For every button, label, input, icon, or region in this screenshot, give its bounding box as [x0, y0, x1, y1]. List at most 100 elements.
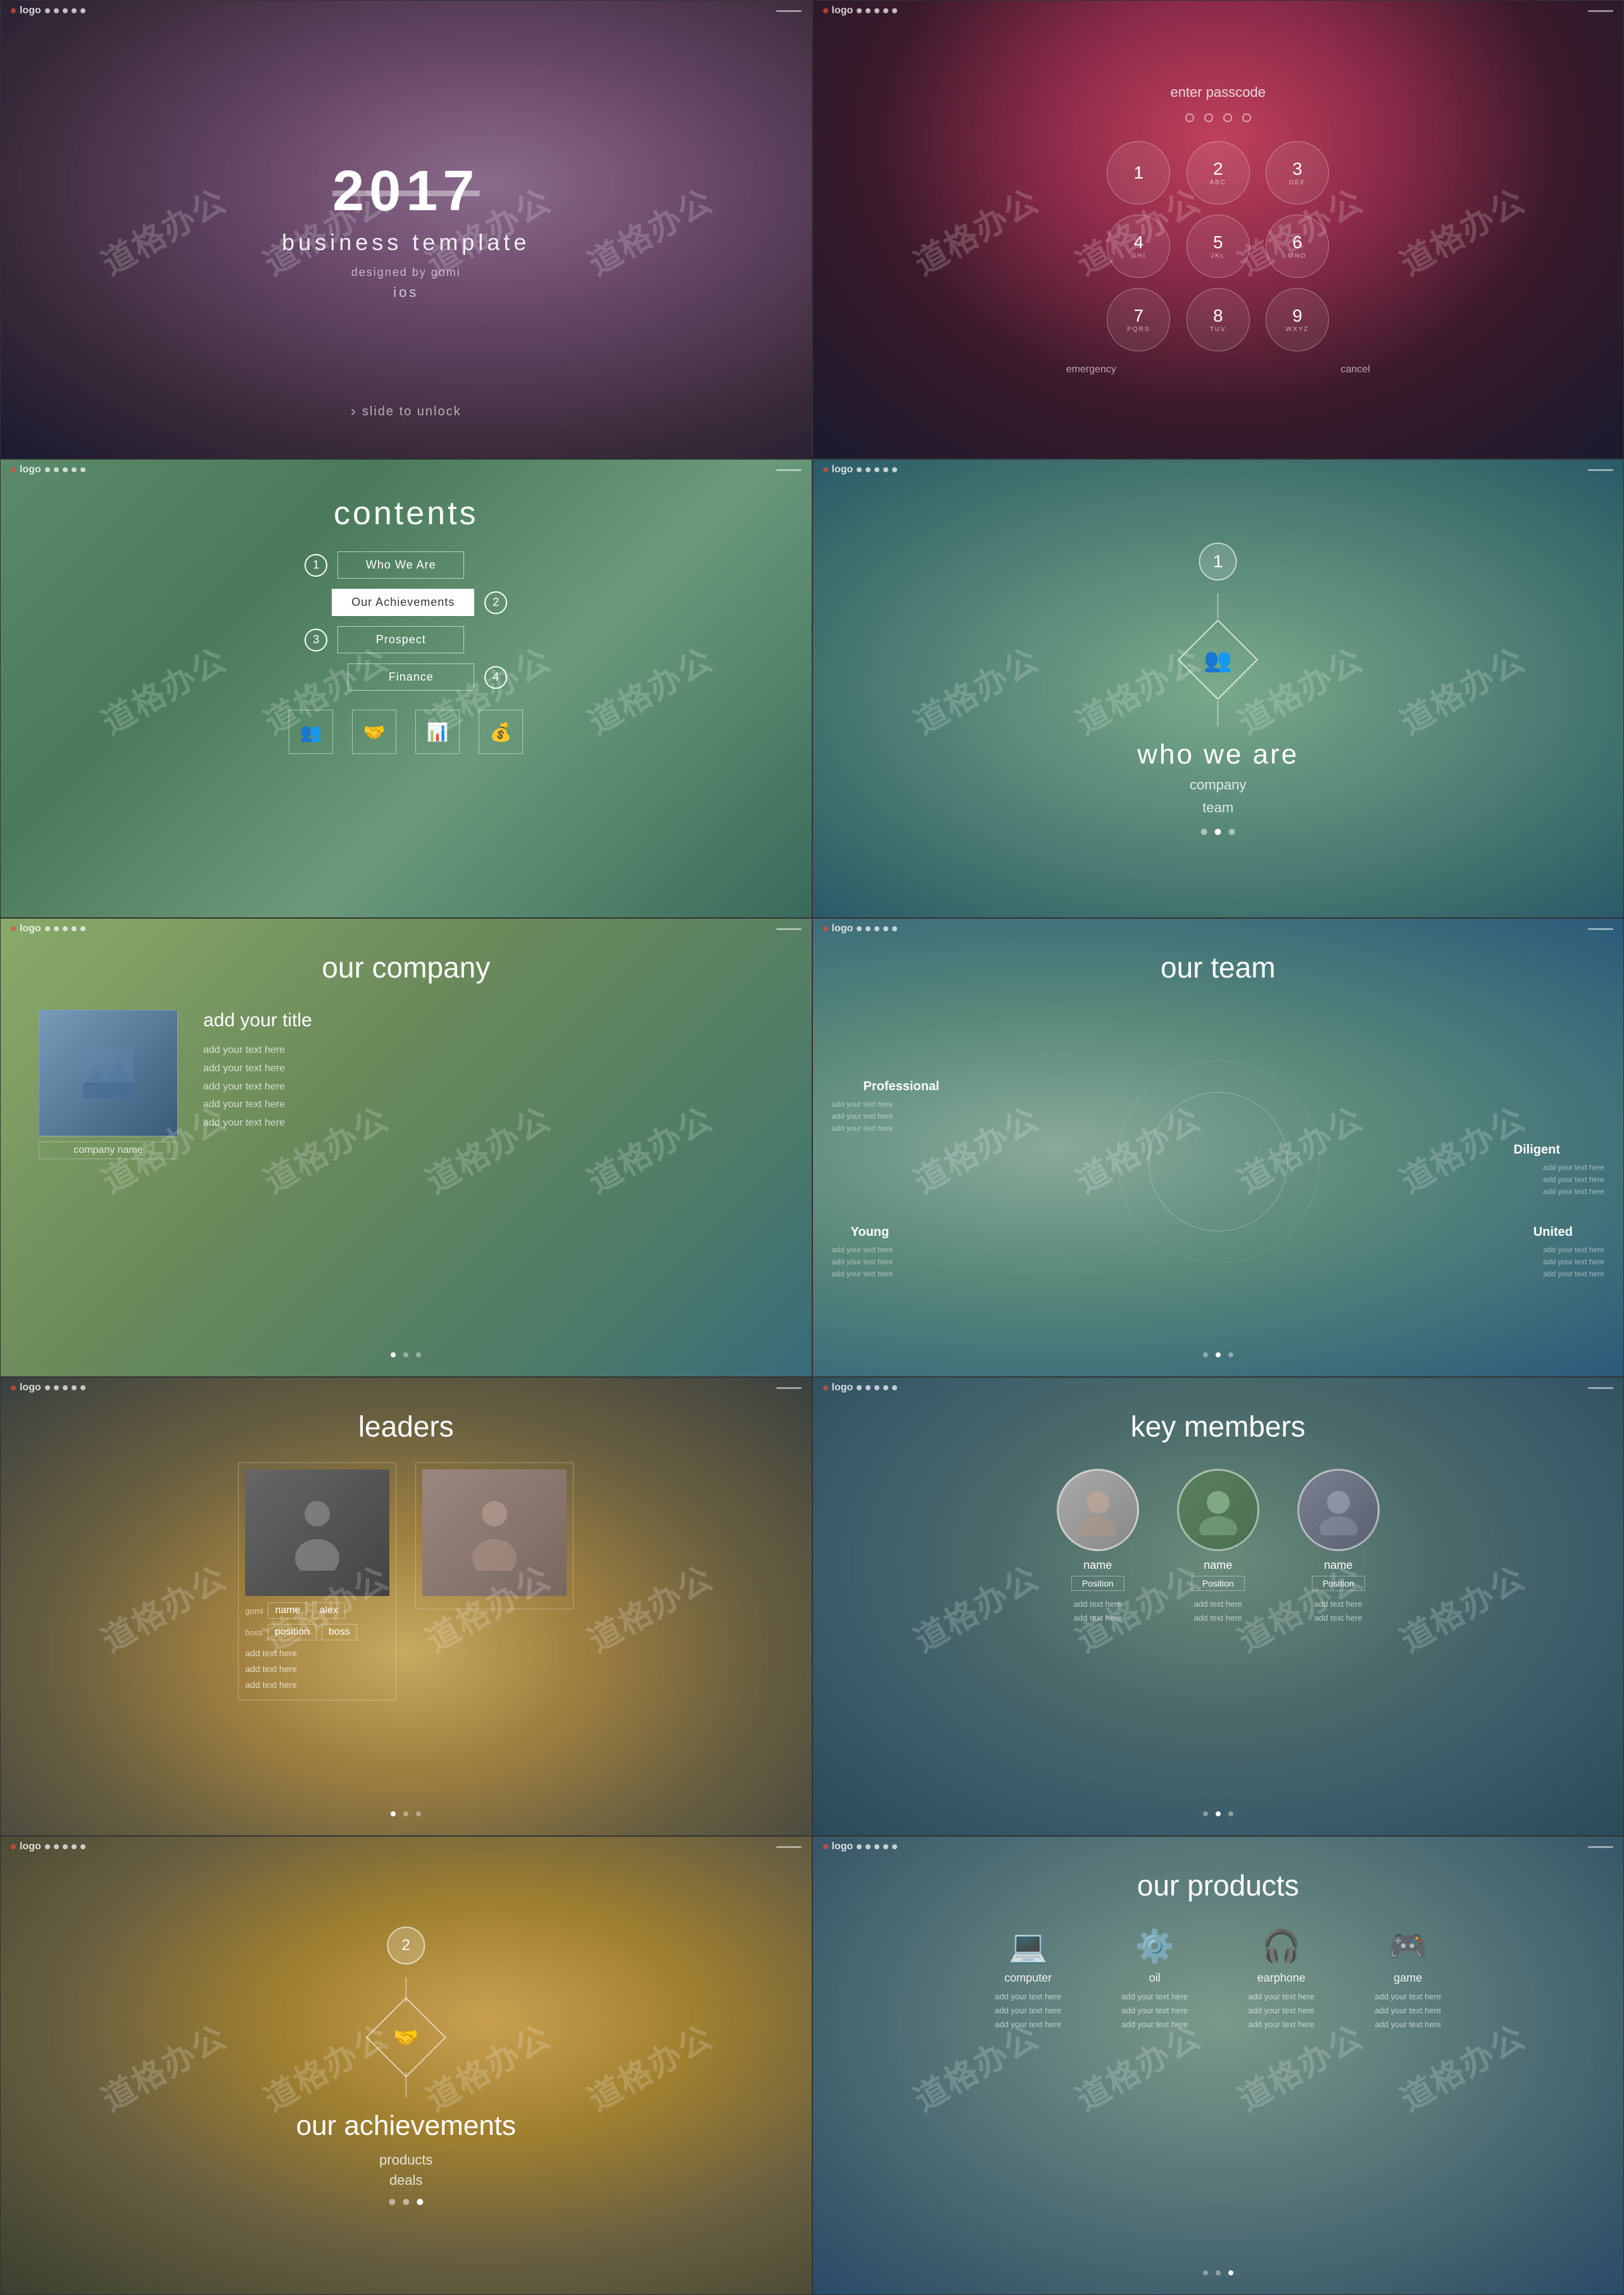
emergency-btn[interactable]: emergency — [1066, 364, 1116, 375]
p-dot-3 — [1223, 113, 1232, 122]
member-text-3b: add text here — [1297, 1611, 1380, 1625]
product-text-o3: add your text here — [1104, 2018, 1205, 2032]
s7-d5 — [80, 1385, 85, 1390]
member-avatar-3 — [1297, 1469, 1380, 1551]
company-img-wrapper: company name — [39, 1010, 178, 1159]
p-dot-1 — [1185, 113, 1194, 122]
item-num-1: 1 — [305, 554, 327, 577]
num-1[interactable]: 1 — [1107, 141, 1170, 204]
slide-10: logo our products 💻 computer add your te… — [812, 1836, 1624, 2295]
slide-10-logo: logo — [832, 1841, 853, 1852]
num-5[interactable]: 5JKL — [1187, 215, 1250, 278]
member-name-1: name — [1057, 1559, 1139, 1572]
unlock-text: slide to unlock — [362, 405, 462, 419]
slide-4-logo: logo — [832, 464, 853, 475]
l-dot2 — [403, 1811, 408, 1816]
s9-d3 — [63, 1844, 68, 1849]
s10-dot-red — [823, 1844, 828, 1849]
status-bar-8: logo — [813, 1378, 1624, 1398]
game-icon: 🎮 — [1357, 1928, 1459, 1965]
leader-img-1 — [245, 1469, 389, 1596]
contents-item-4: 4 Finance — [305, 663, 507, 691]
product-text-e1: add your text here — [1231, 1990, 1332, 2004]
leader-card-2 — [415, 1462, 574, 1609]
p-dot2 — [1216, 2270, 1221, 2275]
slide-8: logo key members — [812, 1377, 1624, 1836]
slide-5-logo: logo — [20, 923, 41, 934]
product-name-game: game — [1357, 1971, 1459, 1985]
slide-6-content: our team Professional add your text here… — [813, 950, 1624, 1320]
s10-d2 — [866, 1844, 871, 1849]
product-name-earphone: earphone — [1231, 1971, 1332, 1985]
w-dot1 — [1201, 829, 1207, 835]
connector-line-bot — [1218, 701, 1219, 726]
company-title: our company — [39, 950, 774, 984]
member-card-2: name Position add text here add text her… — [1177, 1469, 1259, 1625]
num-9[interactable]: 9WXYZ — [1266, 288, 1329, 351]
slide-1-year: 2017 — [282, 159, 530, 224]
t-dot2 — [1216, 1352, 1221, 1357]
m-dot2 — [1216, 1811, 1221, 1816]
status-line-1 — [776, 10, 802, 12]
s9-d1 — [45, 1844, 50, 1849]
slide-9: logo 2 🤝 our achievements products deals — [0, 1836, 812, 2295]
slide-8-logo: logo — [832, 1382, 853, 1393]
achieve-diamond-icon: 🤝 — [393, 2025, 419, 2049]
products-dots — [1203, 2270, 1233, 2275]
s9-d2 — [54, 1844, 59, 1849]
num-7[interactable]: 7PQRS — [1107, 288, 1170, 351]
passcode-title: enter passcode — [1060, 84, 1376, 101]
member-avatar-2 — [1177, 1469, 1259, 1551]
leader-pos-box-1: position — [268, 1624, 317, 1640]
watermark-text-1: 道格办公 — [72, 152, 255, 307]
achieve-item-1: products — [296, 2152, 516, 2168]
team-title: our team — [813, 950, 1624, 984]
s6-d5 — [892, 926, 897, 931]
p-dot1 — [1203, 2270, 1208, 2275]
s4-d3 — [874, 467, 879, 472]
slide-9-content: 2 🤝 our achievements products deals — [296, 1927, 516, 2205]
leader-tag-gomi: gomi — [245, 1606, 263, 1616]
item-box-3: Prospect — [337, 626, 464, 653]
s2-dot3 — [874, 8, 879, 13]
achieve-dots — [296, 2199, 516, 2205]
company-text-1: add your text here — [203, 1041, 774, 1060]
s3-d2 — [54, 467, 59, 472]
contents-list: 1 Who We Are 2 Our Achievements 3 Prospe… — [1, 551, 812, 691]
member-name-2: name — [1177, 1559, 1259, 1572]
num-8[interactable]: 8TUV — [1187, 288, 1250, 351]
passcode-area: enter passcode 1 2ABC 3DEF 4GHI 5JKL 6MN… — [1060, 84, 1376, 375]
member-text-2b: add text here — [1177, 1611, 1259, 1625]
s6-dot-red — [823, 926, 828, 931]
item-num-2: 2 — [484, 591, 507, 614]
num-4[interactable]: 4GHI — [1107, 215, 1170, 278]
achieve-items: products deals — [296, 2152, 516, 2189]
leader-pos-row-1: boss position boss — [245, 1624, 389, 1640]
products-row: 💻 computer add your text here add your t… — [851, 1928, 1586, 2032]
s8-line — [1588, 1387, 1613, 1389]
num-2[interactable]: 2ABC — [1187, 141, 1250, 204]
num-6[interactable]: 6MNO — [1266, 215, 1329, 278]
who-sub1: company — [1137, 777, 1299, 793]
s7-line — [776, 1387, 802, 1389]
status-bar-9: logo — [1, 1837, 812, 1857]
s7-d2 — [54, 1385, 59, 1390]
status-dot-4 — [72, 8, 77, 13]
chevron-icon: › — [351, 403, 357, 420]
diamond-icon: 👥 — [1178, 619, 1258, 700]
slide-1-platform: ios — [282, 284, 530, 301]
s8-d5 — [892, 1385, 897, 1390]
passcode-dots — [1060, 113, 1376, 122]
l-dot3 — [416, 1811, 421, 1816]
s3-d3 — [63, 467, 68, 472]
s4-d4 — [883, 467, 888, 472]
num-3[interactable]: 3DEF — [1266, 141, 1329, 204]
t-dot3 — [1228, 1352, 1233, 1357]
s3-d5 — [80, 467, 85, 472]
avatar-1-img — [1073, 1485, 1123, 1535]
cancel-btn[interactable]: cancel — [1341, 364, 1370, 375]
m-dot3 — [1228, 1811, 1233, 1816]
s2-dot-red — [823, 8, 828, 13]
status-dot-2 — [54, 8, 59, 13]
achieve-diamond: 🤝 — [366, 1997, 446, 2077]
